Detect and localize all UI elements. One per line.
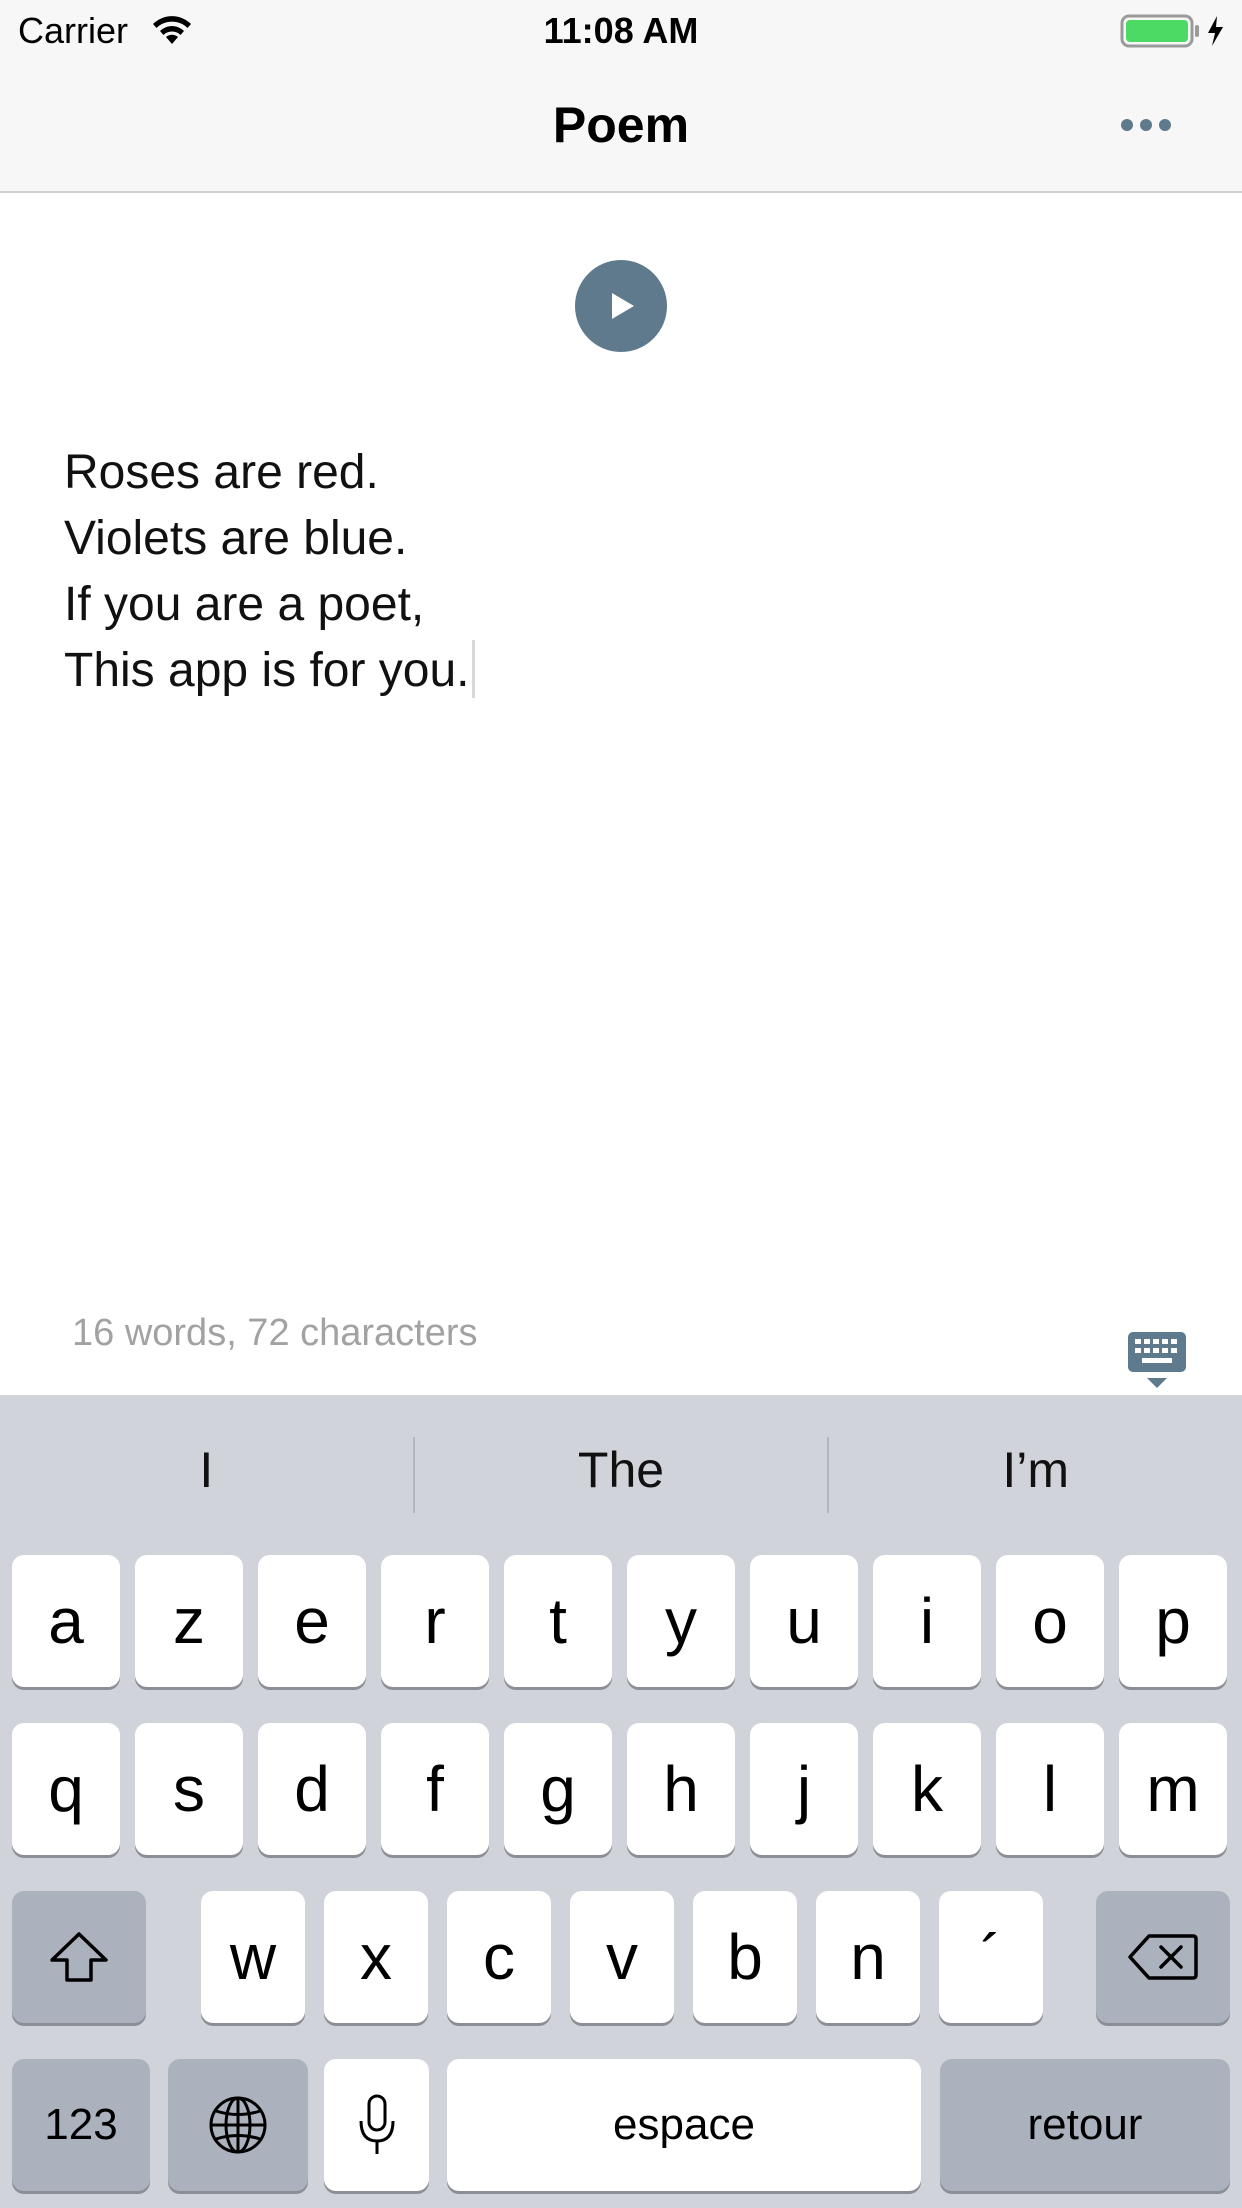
delete-key[interactable] (1096, 1891, 1230, 2023)
key[interactable]: n (816, 1891, 920, 2023)
status-time: 11:08 AM (543, 10, 699, 51)
globe-icon (209, 2096, 267, 2154)
key[interactable]: i (873, 1555, 981, 1687)
battery-charging-icon (1120, 14, 1230, 53)
play-button[interactable] (575, 260, 667, 352)
poem-line: Roses are red. (64, 446, 379, 499)
key[interactable]: x (324, 1891, 428, 2023)
globe-key[interactable] (168, 2059, 308, 2191)
word-count-label: 16 words, 72 characters (72, 1312, 478, 1354)
key[interactable]: s (135, 1723, 243, 1855)
suggestion-item[interactable]: I (0, 1395, 413, 1545)
poem-line: If you are a poet, (64, 578, 425, 631)
key[interactable]: r (381, 1555, 489, 1687)
page-title: Poem (552, 97, 690, 153)
key[interactable]: u (750, 1555, 858, 1687)
poem-line-last: This app is for you. (64, 638, 1164, 704)
microphone-icon (359, 2094, 394, 2154)
return-key[interactable]: retour (940, 2059, 1230, 2191)
keyboard: I The I’m a z e r t y u i o p q s d f g … (0, 1395, 1242, 2208)
poem-line-text: This app is for you. (64, 644, 470, 697)
key[interactable]: c (447, 1891, 551, 2023)
key[interactable]: o (996, 1555, 1104, 1687)
key[interactable]: z (135, 1555, 243, 1687)
suggestion-item[interactable]: I’m (829, 1395, 1242, 1545)
key[interactable]: j (750, 1723, 858, 1855)
keyboard-dismiss-icon[interactable] (1126, 1330, 1188, 1392)
navigation-bar: Poem (0, 60, 1242, 193)
key[interactable]: t (504, 1555, 612, 1687)
suggestion-item[interactable]: The (415, 1395, 828, 1545)
key[interactable]: f (381, 1723, 489, 1855)
screen: Carrier 11:08 AM Poem Roses are red. Vio… (0, 0, 1242, 2208)
suggestion-bar: I The I’m (0, 1395, 1242, 1545)
poem-line: Violets are blue. (64, 512, 408, 565)
poem-text-editor[interactable]: Roses are red. Violets are blue. If you … (64, 440, 1164, 704)
key[interactable]: d (258, 1723, 366, 1855)
key[interactable]: v (570, 1891, 674, 2023)
key[interactable]: l (996, 1723, 1104, 1855)
key[interactable]: ´ (939, 1891, 1043, 2023)
key[interactable]: k (873, 1723, 981, 1855)
shift-key[interactable] (12, 1891, 146, 2023)
status-bar: Carrier 11:08 AM (0, 0, 1242, 60)
key[interactable]: a (12, 1555, 120, 1687)
key[interactable]: g (504, 1723, 612, 1855)
microphone-key[interactable] (324, 2059, 429, 2191)
more-dots-icon[interactable] (1110, 100, 1182, 150)
numbers-key[interactable]: 123 (12, 2059, 150, 2191)
play-icon (612, 293, 634, 319)
key[interactable]: w (201, 1891, 305, 2023)
key[interactable]: p (1119, 1555, 1227, 1687)
text-cursor (471, 640, 475, 698)
key[interactable]: h (627, 1723, 735, 1855)
key[interactable]: e (258, 1555, 366, 1687)
shift-icon (50, 1932, 108, 1982)
space-key[interactable]: espace (447, 2059, 921, 2191)
key[interactable]: q (12, 1723, 120, 1855)
key[interactable]: m (1119, 1723, 1227, 1855)
backspace-icon (1128, 1934, 1198, 1980)
key[interactable]: y (627, 1555, 735, 1687)
key[interactable]: b (693, 1891, 797, 2023)
